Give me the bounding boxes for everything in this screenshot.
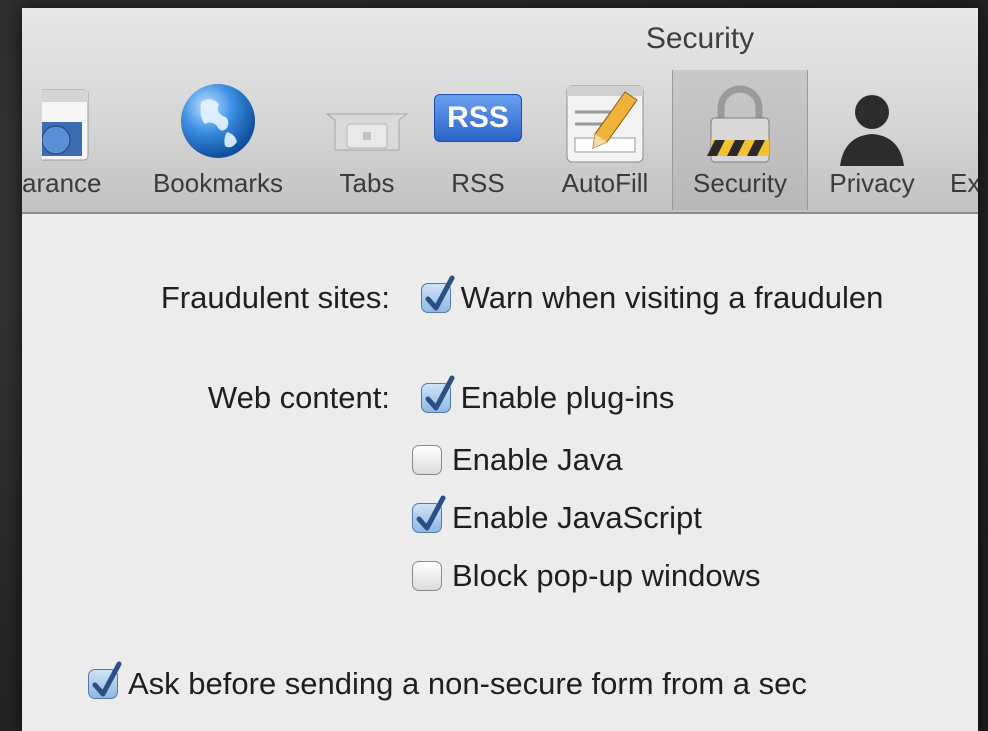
tab-label: Security	[693, 168, 787, 198]
enable-java-checkbox[interactable]	[412, 445, 442, 475]
enable-javascript-row: Enable JavaScript	[412, 495, 702, 536]
tab-bookmarks[interactable]: Bookmarks	[134, 70, 302, 210]
tab-label: Tabs	[339, 168, 395, 198]
preferences-toolbar: Security arance Bookmarks Tabs RSS RSS A…	[22, 8, 978, 214]
ask-nonsecure-form-label[interactable]: Ask before sending a non-secure form fro…	[128, 666, 807, 701]
tab-rss[interactable]: RSS RSS	[430, 70, 526, 210]
fraudulent-sites-label: Fraudulent sites:	[160, 280, 390, 315]
block-popups-row: Block pop-up windows	[412, 558, 760, 594]
enable-plugins-checkbox[interactable]	[420, 375, 455, 413]
web-content-label: Web content:	[207, 380, 390, 415]
tab-label: Ex	[950, 168, 978, 198]
tab-label: arance	[22, 168, 102, 198]
block-popups-checkbox[interactable]	[412, 561, 442, 591]
tab-extensions[interactable]: Ex	[942, 70, 978, 210]
nonsecure-form-row: Ask before sending a non-secure form fro…	[88, 661, 807, 702]
tab-label: RSS	[451, 168, 505, 198]
tab-autofill[interactable]: AutoFill	[544, 70, 666, 210]
appearance-icon	[31, 82, 92, 167]
tab-label: Privacy	[829, 168, 915, 198]
fraudulent-sites-row: Fraudulent sites: Warn when visiting a f…	[108, 275, 884, 316]
warn-fraudulent-checkbox[interactable]	[420, 275, 455, 313]
tab-security[interactable]: Security	[672, 70, 808, 210]
rss-icon: RSS	[434, 94, 522, 142]
autofill-pencil-icon	[565, 82, 645, 171]
tabs-icon	[325, 110, 409, 161]
padlock-icon	[705, 82, 775, 171]
tab-label: AutoFill	[561, 168, 649, 198]
enable-javascript-checkbox[interactable]	[412, 495, 446, 533]
tab-label: Bookmarks	[152, 168, 284, 198]
ask-nonsecure-form-checkbox[interactable]	[88, 661, 122, 699]
globe-icon	[179, 82, 257, 165]
enable-java-label[interactable]: Enable Java	[452, 442, 623, 477]
block-popups-label[interactable]: Block pop-up windows	[452, 558, 760, 593]
tab-privacy[interactable]: Privacy	[814, 70, 930, 210]
person-silhouette-icon	[832, 82, 912, 171]
tab-tabs[interactable]: Tabs	[320, 70, 414, 210]
tab-appearance[interactable]: arance	[22, 70, 112, 210]
security-pane: Fraudulent sites: Warn when visiting a f…	[22, 214, 978, 731]
preferences-window: Security arance Bookmarks Tabs RSS RSS A…	[22, 8, 978, 731]
window-title: Security	[645, 22, 755, 55]
enable-java-row: Enable Java	[412, 442, 623, 478]
enable-plugins-label[interactable]: Enable plug-ins	[461, 380, 675, 415]
warn-fraudulent-label[interactable]: Warn when visiting a fraudulen	[461, 280, 884, 315]
web-content-row: Web content: Enable plug-ins	[108, 375, 675, 416]
enable-javascript-label[interactable]: Enable JavaScript	[452, 500, 702, 535]
